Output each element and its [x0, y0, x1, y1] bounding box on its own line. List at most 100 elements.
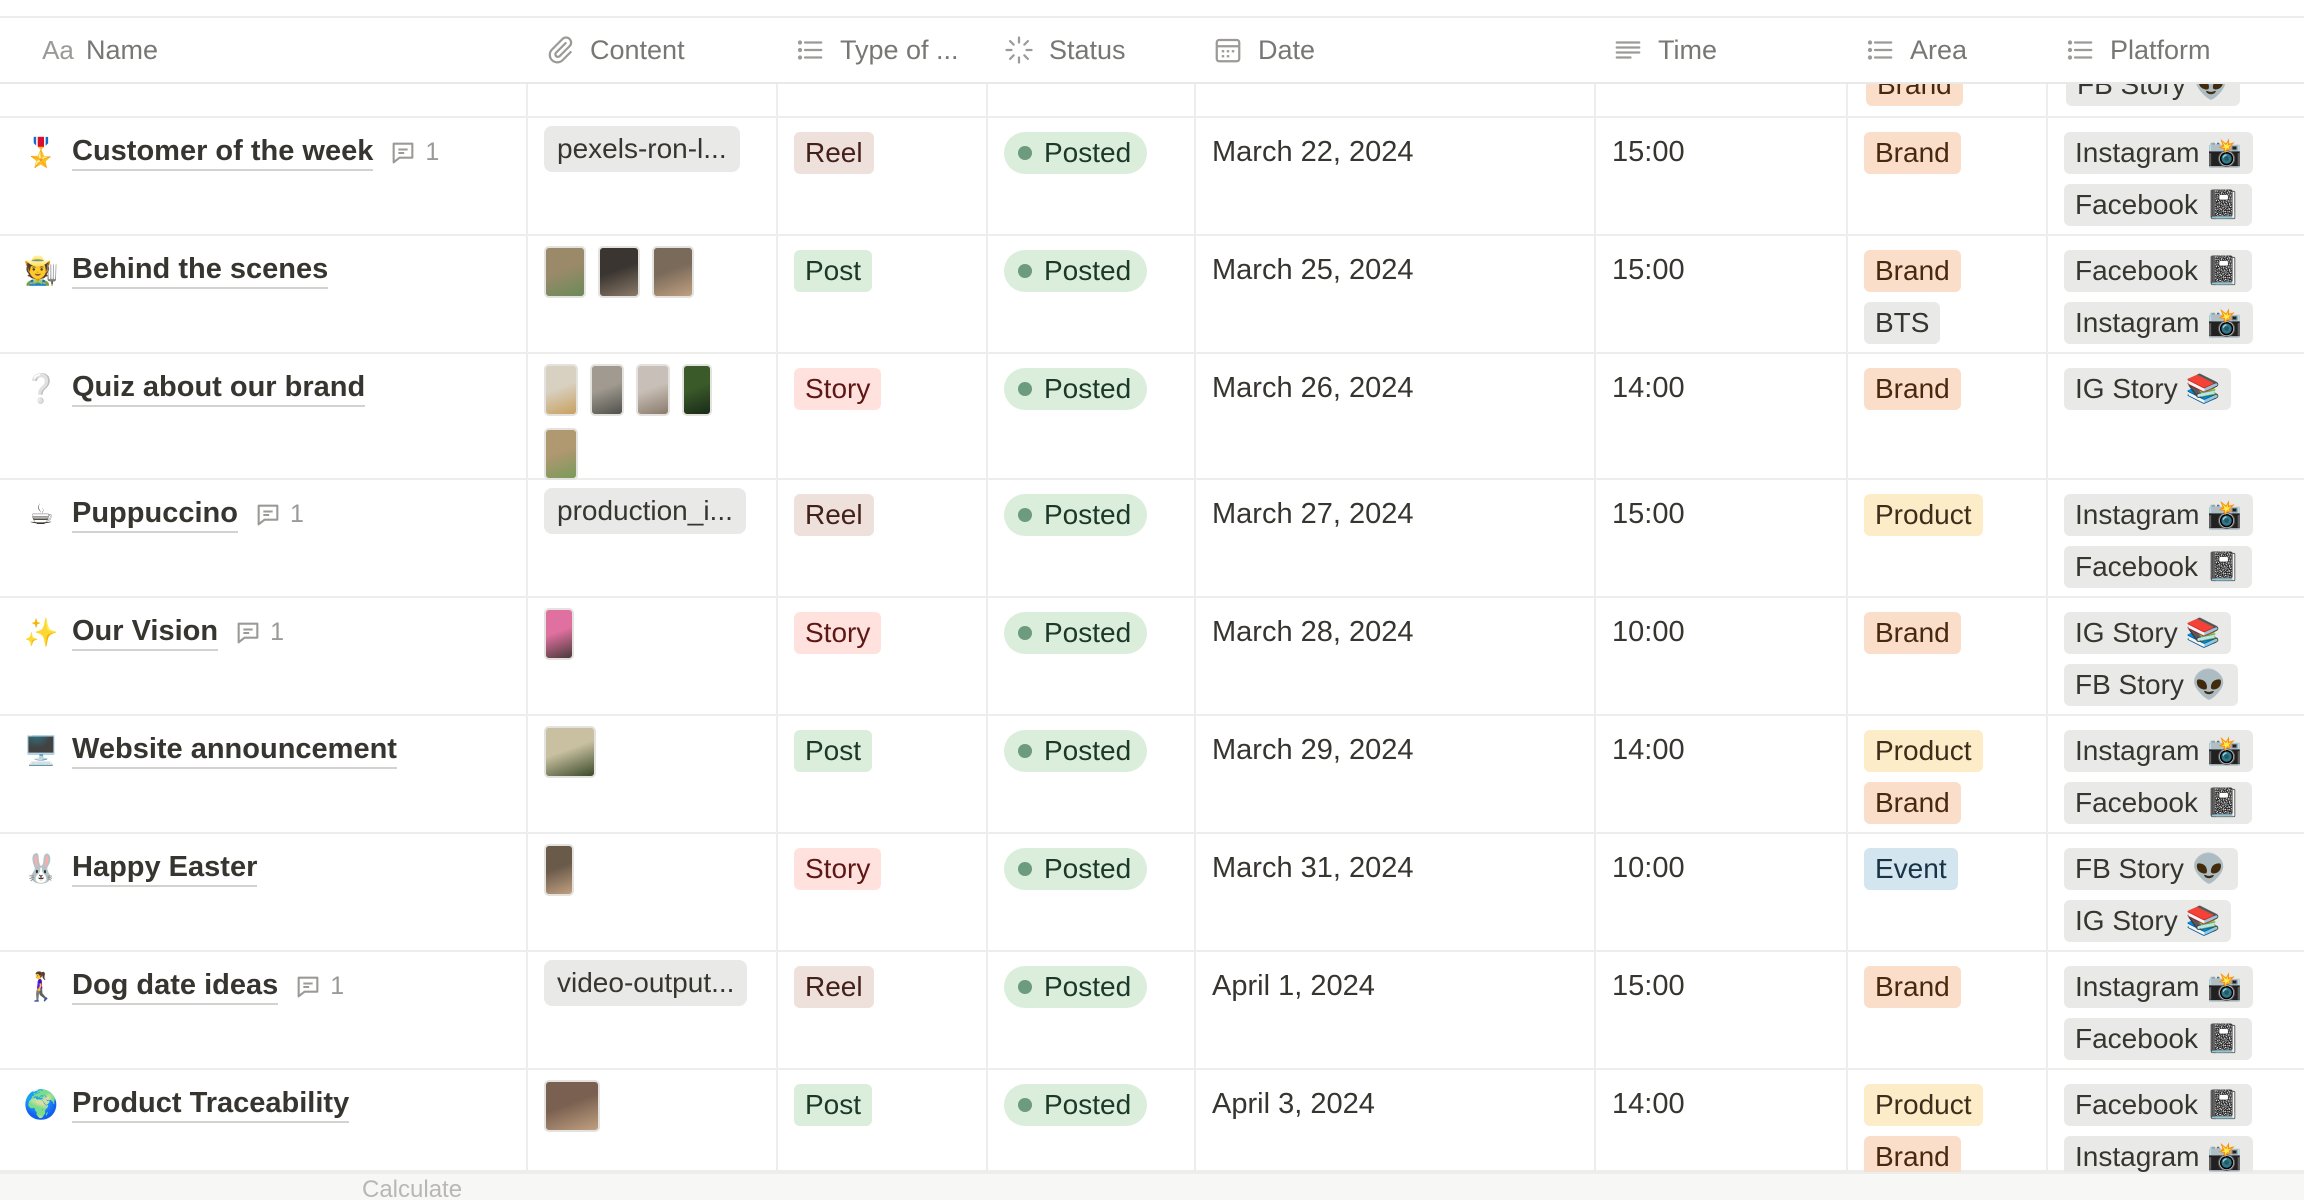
- image-thumbnail[interactable]: [544, 428, 578, 480]
- date-cell[interactable]: March 25, 2024: [1196, 236, 1594, 352]
- content-cell[interactable]: [528, 834, 776, 950]
- table-row[interactable]: 🚶‍♀️ Dog date ideas 1 video-output... Reel Po…: [0, 952, 2304, 1070]
- time-cell[interactable]: 15:00: [1596, 118, 1846, 234]
- comment-count[interactable]: 1: [389, 138, 439, 167]
- date-cell[interactable]: March 26, 2024: [1196, 354, 1594, 478]
- date-cell[interactable]: March 29, 2024: [1196, 716, 1594, 832]
- content-cell[interactable]: [528, 716, 776, 832]
- table-row[interactable]: 🐰 Happy Easter Story Posted March 31, 2024 10…: [0, 834, 2304, 952]
- image-thumbnail[interactable]: [544, 246, 586, 298]
- content-cell[interactable]: [528, 1070, 776, 1170]
- status-cell[interactable]: Posted: [988, 1070, 1194, 1170]
- column-divider[interactable]: [1594, 18, 1596, 1174]
- column-divider[interactable]: [2046, 18, 2048, 1174]
- status-cell[interactable]: Posted: [988, 354, 1194, 478]
- time-cell[interactable]: 15:00: [1596, 236, 1846, 352]
- image-thumbnail[interactable]: [544, 364, 578, 416]
- area-cell[interactable]: Product Brand: [1848, 1070, 2046, 1178]
- time-cell[interactable]: 15:00: [1596, 952, 1846, 1068]
- column-header-date[interactable]: Date: [1212, 18, 1592, 82]
- area-cell[interactable]: Product: [1848, 480, 2046, 596]
- content-cell[interactable]: [528, 354, 776, 480]
- name-cell[interactable]: 🐰 Happy Easter: [22, 834, 522, 950]
- column-header-area[interactable]: Area: [1864, 18, 2044, 82]
- column-header-name[interactable]: Aa Name: [40, 18, 520, 82]
- time-cell[interactable]: 14:00: [1596, 1070, 1846, 1170]
- calculate-bar[interactable]: Calculate: [0, 1172, 2304, 1203]
- column-header-content[interactable]: Content: [544, 18, 774, 82]
- comment-count[interactable]: 1: [254, 500, 304, 529]
- time-cell[interactable]: 15:00: [1596, 480, 1846, 596]
- status-cell[interactable]: Posted: [988, 118, 1194, 234]
- type-cell[interactable]: Post: [778, 1070, 986, 1170]
- time-cell[interactable]: 10:00: [1596, 834, 1846, 950]
- image-thumbnail[interactable]: [652, 246, 694, 298]
- date-cell[interactable]: March 22, 2024: [1196, 118, 1594, 234]
- status-cell[interactable]: Posted: [988, 834, 1194, 950]
- date-cell[interactable]: March 31, 2024: [1196, 834, 1594, 950]
- date-cell[interactable]: April 3, 2024: [1196, 1070, 1594, 1170]
- table-row[interactable]: 🖥️ Website announcement Post Posted March 29…: [0, 716, 2304, 834]
- name-cell[interactable]: ✨ Our Vision 1: [22, 598, 522, 714]
- image-thumbnail[interactable]: [590, 364, 624, 416]
- name-cell[interactable]: 🎖️ Customer of the week 1: [22, 118, 522, 234]
- table-row[interactable]: ☕ Puppuccino 1 production_i... Reel Posted Mar…: [0, 480, 2304, 598]
- content-cell[interactable]: [528, 236, 776, 352]
- name-cell[interactable]: ❔ Quiz about our brand: [22, 354, 522, 478]
- content-cell[interactable]: [528, 598, 776, 714]
- area-cell[interactable]: Brand BTS: [1848, 236, 2046, 352]
- table-row[interactable]: ✨ Our Vision 1 Story Posted March 28, 2024 10:…: [0, 598, 2304, 716]
- image-thumbnail[interactable]: [636, 364, 670, 416]
- area-cell[interactable]: Brand: [1848, 118, 2046, 234]
- column-divider[interactable]: [776, 18, 778, 1174]
- column-header-time[interactable]: Time: [1612, 18, 1842, 82]
- area-cell[interactable]: Brand: [1848, 354, 2046, 478]
- column-header-platform[interactable]: Platform: [2064, 18, 2304, 82]
- platform-cell[interactable]: Instagram 📸 Facebook 📓: [2048, 480, 2304, 596]
- type-cell[interactable]: Story: [778, 834, 986, 950]
- table-row[interactable]: 🎖️ Customer of the week 1 pexels-ron-l... Re…: [0, 118, 2304, 236]
- platform-cell[interactable]: Facebook 📓 Instagram 📸: [2048, 1070, 2304, 1178]
- image-thumbnail[interactable]: [544, 844, 574, 896]
- table-row[interactable]: 🧑‍🌾 Behind the scenes Post Posted March 25, …: [0, 236, 2304, 354]
- time-cell[interactable]: 14:00: [1596, 354, 1846, 478]
- column-divider[interactable]: [986, 18, 988, 1174]
- name-cell[interactable]: 🚶‍♀️ Dog date ideas 1: [22, 952, 522, 1068]
- name-cell[interactable]: 🧑‍🌾 Behind the scenes: [22, 236, 522, 352]
- table-row[interactable]: ❔ Quiz about our brand Story Posted March 26…: [0, 354, 2304, 480]
- platform-cell[interactable]: FB Story 👽 IG Story 📚: [2048, 834, 2304, 950]
- content-cell[interactable]: pexels-ron-l...: [528, 118, 776, 234]
- column-divider[interactable]: [1846, 18, 1848, 1174]
- image-thumbnail[interactable]: [682, 364, 712, 416]
- status-cell[interactable]: Posted: [988, 480, 1194, 596]
- type-cell[interactable]: Story: [778, 354, 986, 478]
- content-cell[interactable]: production_i...: [528, 480, 776, 596]
- name-cell[interactable]: 🌍 Product Traceability: [22, 1070, 522, 1170]
- image-thumbnail[interactable]: [544, 726, 596, 778]
- type-cell[interactable]: Reel: [778, 952, 986, 1068]
- image-thumbnail[interactable]: [598, 246, 640, 298]
- type-cell[interactable]: Reel: [778, 480, 986, 596]
- area-cell[interactable]: Brand: [1848, 598, 2046, 714]
- date-cell[interactable]: March 27, 2024: [1196, 480, 1594, 596]
- platform-cell[interactable]: Instagram 📸 Facebook 📓: [2048, 952, 2304, 1068]
- column-header-type[interactable]: Type of ...: [794, 18, 994, 82]
- area-cell[interactable]: Brand: [1848, 952, 2046, 1068]
- date-cell[interactable]: April 1, 2024: [1196, 952, 1594, 1068]
- comment-count[interactable]: 1: [234, 618, 284, 647]
- status-cell[interactable]: Posted: [988, 236, 1194, 352]
- status-cell[interactable]: Posted: [988, 716, 1194, 832]
- platform-cell[interactable]: Instagram 📸 Facebook 📓: [2048, 118, 2304, 234]
- type-cell[interactable]: Story: [778, 598, 986, 714]
- name-cell[interactable]: 🖥️ Website announcement: [22, 716, 522, 832]
- table-row-partial[interactable]: Brand FB Story 👽: [0, 84, 2304, 118]
- column-divider[interactable]: [1194, 18, 1196, 1174]
- image-thumbnail[interactable]: [544, 608, 574, 660]
- column-header-status[interactable]: Status: [1003, 18, 1203, 82]
- status-cell[interactable]: Posted: [988, 598, 1194, 714]
- type-cell[interactable]: Reel: [778, 118, 986, 234]
- name-cell[interactable]: ☕ Puppuccino 1: [22, 480, 522, 596]
- status-cell[interactable]: Posted: [988, 952, 1194, 1068]
- type-cell[interactable]: Post: [778, 716, 986, 832]
- comment-count[interactable]: 1: [294, 972, 344, 1001]
